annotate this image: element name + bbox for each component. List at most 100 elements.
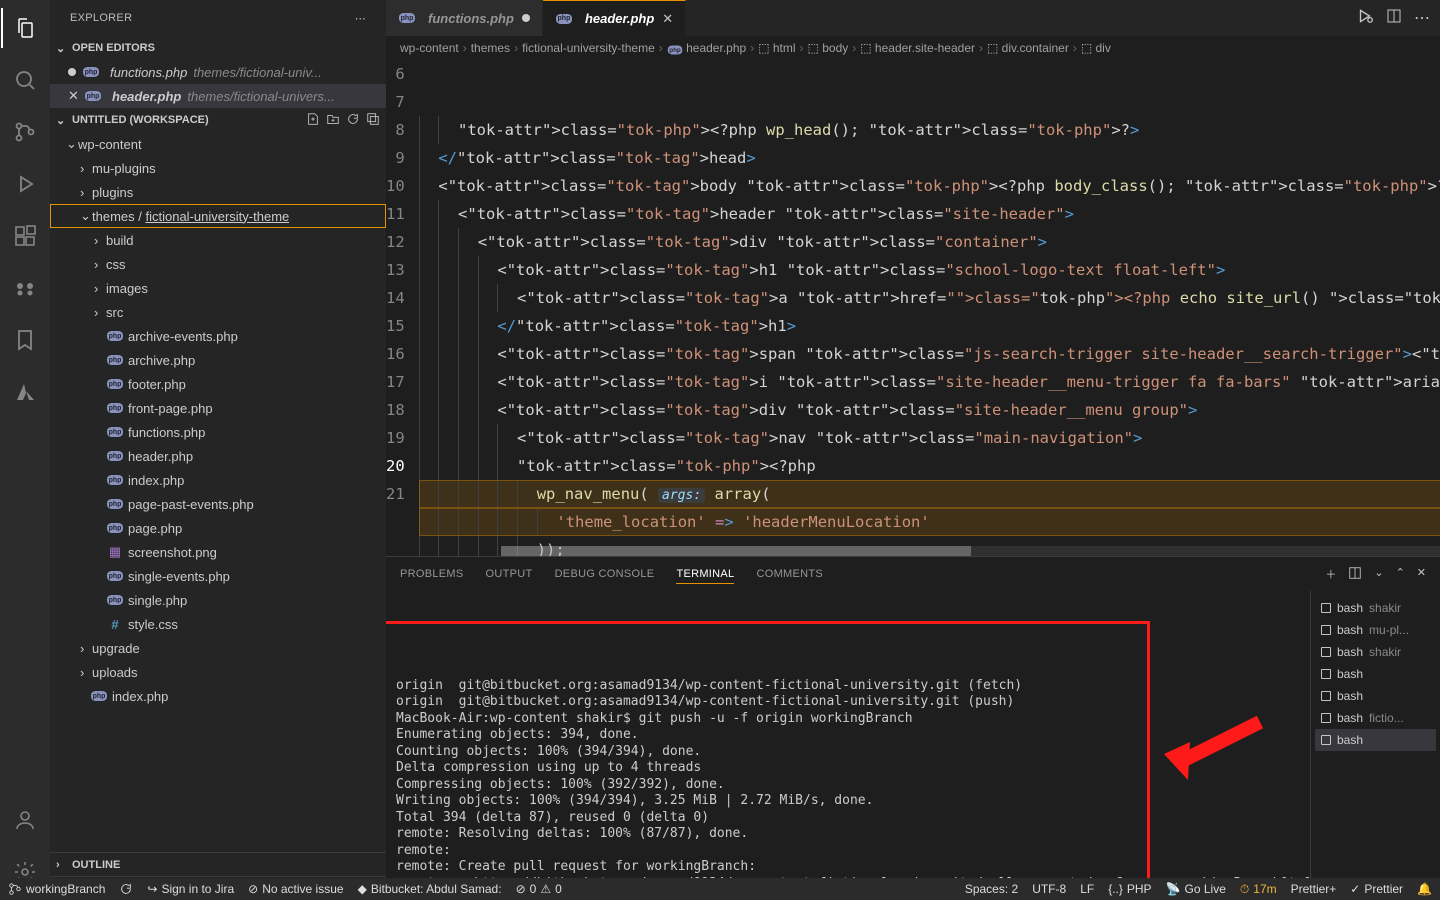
- breadcrumb-item[interactable]: wp-content: [400, 41, 459, 55]
- timer-status[interactable]: ⏱ 17m: [1240, 882, 1277, 897]
- more-icon[interactable]: ⋯: [1414, 8, 1430, 28]
- terminal-session[interactable]: bash: [1315, 685, 1436, 707]
- tree-folder[interactable]: ›upgrade: [50, 636, 386, 660]
- new-file-icon[interactable]: [306, 112, 320, 129]
- terminal-session[interactable]: bashfictio...: [1315, 707, 1436, 729]
- terminal-session[interactable]: bash: [1315, 663, 1436, 685]
- breadcrumb-item[interactable]: header.php: [667, 41, 746, 56]
- breadcrumb-item[interactable]: ⬚ header.site-header: [860, 41, 975, 55]
- tree-folder[interactable]: ⌄wp-content: [50, 132, 386, 156]
- tree-folder[interactable]: ›uploads: [50, 660, 386, 684]
- close-icon[interactable]: ✕: [1417, 566, 1426, 583]
- sync-status[interactable]: [119, 882, 133, 896]
- outline-header[interactable]: › OUTLINE: [50, 852, 386, 876]
- problems-status[interactable]: ⊘ 0 ⚠ 0: [516, 882, 562, 896]
- tree-folder[interactable]: ›css: [50, 252, 386, 276]
- new-folder-icon[interactable]: [326, 112, 340, 129]
- spaces-status[interactable]: Spaces: 2: [965, 882, 1018, 896]
- terminal-session[interactable]: bashmu-pl...: [1315, 619, 1436, 641]
- tree-file[interactable]: front-page.php: [50, 396, 386, 420]
- terminal-session[interactable]: bash: [1315, 729, 1436, 751]
- terminal-session[interactable]: bashshakir: [1315, 641, 1436, 663]
- new-terminal-icon[interactable]: ＋: [1325, 566, 1336, 583]
- golive-status[interactable]: 📡 Go Live: [1166, 882, 1226, 896]
- eol-status[interactable]: LF: [1080, 882, 1094, 896]
- activity-atlassian-icon[interactable]: [1, 372, 49, 412]
- breadcrumb-item[interactable]: themes: [471, 41, 510, 55]
- open-editors-header[interactable]: ⌄ OPEN EDITORS: [50, 36, 386, 60]
- horizontal-scrollbar[interactable]: [501, 546, 1440, 556]
- activity-copilot-icon[interactable]: [1, 268, 49, 308]
- tree-folder-themes[interactable]: ⌄themes / fictional-university-theme: [50, 204, 386, 228]
- prettier-plus-status[interactable]: Prettier+: [1291, 882, 1337, 896]
- split-terminal-icon[interactable]: [1348, 566, 1362, 583]
- tree-file[interactable]: single-events.php: [50, 564, 386, 588]
- activity-debug-icon[interactable]: [1, 164, 49, 204]
- tree-file[interactable]: functions.php: [50, 420, 386, 444]
- activity-explorer-icon[interactable]: [1, 8, 49, 48]
- notifications-icon[interactable]: 🔔: [1417, 882, 1432, 896]
- breadcrumb-item[interactable]: ⬚ body: [808, 41, 849, 55]
- close-icon[interactable]: ✕: [662, 11, 673, 27]
- activity-extensions-icon[interactable]: [1, 216, 49, 256]
- chevron-right-icon: ›: [80, 665, 92, 680]
- encoding-status[interactable]: UTF-8: [1032, 882, 1066, 896]
- bitbucket-status[interactable]: ◆ Bitbucket: Abdul Samad:: [358, 882, 502, 896]
- refresh-icon[interactable]: [346, 112, 360, 129]
- split-icon[interactable]: [1386, 8, 1402, 29]
- tree-file[interactable]: archive-events.php: [50, 324, 386, 348]
- tree-folder[interactable]: ›src: [50, 300, 386, 324]
- terminal-output[interactable]: origin git@bitbucket.org:asamad9134/wp-c…: [386, 591, 1310, 900]
- code-editor[interactable]: 6789101112131415161718192021 "tok-attr">…: [386, 60, 1440, 556]
- collapse-icon[interactable]: [366, 112, 380, 129]
- php-icon: [106, 447, 124, 465]
- open-editor-item[interactable]: ✕header.phpthemes/fictional-univers...: [50, 84, 386, 108]
- breadcrumb-item[interactable]: ⬚ html: [758, 41, 795, 55]
- activity-scm-icon[interactable]: [1, 112, 49, 152]
- tree-folder[interactable]: ›plugins: [50, 180, 386, 204]
- issue-status[interactable]: ⊘ No active issue: [248, 882, 343, 896]
- open-editor-item[interactable]: functions.phpthemes/fictional-univ...: [50, 60, 386, 84]
- editor-tab[interactable]: functions.php: [386, 0, 543, 36]
- php-icon: [106, 567, 124, 585]
- breadcrumbs[interactable]: wp-content›themes›fictional-university-t…: [386, 36, 1440, 60]
- tree-file[interactable]: page.php: [50, 516, 386, 540]
- panel-tab[interactable]: OUTPUT: [486, 565, 533, 584]
- tree-folder[interactable]: ›mu-plugins: [50, 156, 386, 180]
- tree-folder[interactable]: ›images: [50, 276, 386, 300]
- php-icon: [106, 327, 124, 345]
- more-icon[interactable]: ⋯: [355, 12, 366, 25]
- breadcrumb-item[interactable]: fictional-university-theme: [522, 41, 655, 55]
- panel-tab[interactable]: PROBLEMS: [400, 565, 464, 584]
- panel-tab[interactable]: TERMINAL: [676, 565, 734, 584]
- activity-bookmark-icon[interactable]: [1, 320, 49, 360]
- activity-search-icon[interactable]: [1, 60, 49, 100]
- explorer-sidebar: EXPLORER ⋯ ⌄ OPEN EDITORS functions.phpt…: [50, 0, 386, 900]
- tree-file[interactable]: footer.php: [50, 372, 386, 396]
- activity-account-icon[interactable]: [1, 800, 49, 840]
- tree-file[interactable]: single.php: [50, 588, 386, 612]
- tree-file[interactable]: index.php: [50, 684, 386, 708]
- maximize-icon[interactable]: ⌃: [1396, 566, 1405, 583]
- workspace-header[interactable]: ⌄ UNTITLED (WORKSPACE): [50, 108, 386, 132]
- panel-tab[interactable]: DEBUG CONSOLE: [555, 565, 655, 584]
- language-status[interactable]: {..} PHP: [1108, 882, 1151, 896]
- tree-file[interactable]: index.php: [50, 468, 386, 492]
- tree-file[interactable]: archive.php: [50, 348, 386, 372]
- editor-tabs: functions.phpheader.php✕ ⋯: [386, 0, 1440, 36]
- jira-status[interactable]: ↪ Sign in to Jira: [147, 882, 234, 896]
- breadcrumb-item[interactable]: ⬚ div: [1081, 41, 1111, 55]
- tree-file[interactable]: ▦screenshot.png: [50, 540, 386, 564]
- tree-file[interactable]: page-past-events.php: [50, 492, 386, 516]
- prettier-status[interactable]: ✓ Prettier: [1350, 882, 1403, 896]
- tree-file[interactable]: #style.css: [50, 612, 386, 636]
- tree-folder[interactable]: ›build: [50, 228, 386, 252]
- panel-tab[interactable]: COMMENTS: [756, 565, 823, 584]
- chevron-down-icon[interactable]: ⌄: [1374, 566, 1383, 583]
- branch-status[interactable]: workingBranch: [8, 882, 105, 896]
- tree-file[interactable]: header.php: [50, 444, 386, 468]
- run-icon[interactable]: [1356, 7, 1374, 30]
- breadcrumb-item[interactable]: ⬚ div.container: [987, 41, 1069, 55]
- editor-tab[interactable]: header.php✕: [543, 0, 686, 36]
- terminal-session[interactable]: bashshakir: [1315, 597, 1436, 619]
